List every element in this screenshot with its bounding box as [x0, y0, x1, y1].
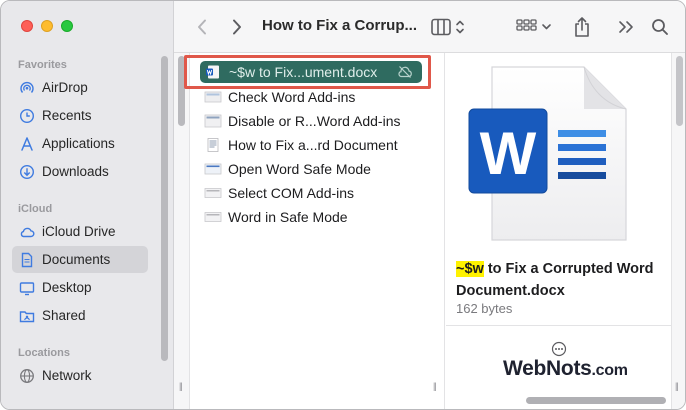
sidebar-item-label: Recents — [42, 108, 92, 123]
sidebar-item-downloads[interactable]: Downloads — [12, 158, 148, 185]
sidebar-item-shared[interactable]: Shared — [12, 302, 148, 329]
document-icon — [19, 252, 35, 268]
more-options-icon[interactable] — [551, 341, 567, 357]
file-thumbnail-icon — [204, 162, 222, 176]
horizontal-scrollbar[interactable] — [526, 397, 666, 404]
file-thumbnail-icon — [204, 186, 222, 200]
sidebar-item-label: Shared — [42, 308, 86, 323]
file-name: Check Word Add-ins — [228, 89, 356, 105]
search-button[interactable] — [649, 15, 671, 39]
sidebar-item-airdrop[interactable]: AirDrop — [12, 74, 148, 101]
sidebar-item-label: Downloads — [42, 164, 109, 179]
file-thumbnail-icon — [204, 114, 222, 128]
share-icon — [575, 17, 589, 37]
file-thumbnail-icon — [204, 90, 222, 104]
sidebar-item-label: Desktop — [42, 280, 92, 295]
forward-button[interactable] — [229, 15, 245, 39]
sidebar-scrollbar[interactable] — [161, 56, 168, 361]
sidebar-item-label: iCloud Drive — [42, 224, 116, 239]
highlighted-prefix: ~$w — [456, 261, 484, 277]
column-resize-handle[interactable]: || — [179, 381, 183, 391]
sidebar-section-icloud: iCloud — [18, 203, 53, 215]
watermark-text: WebNots — [503, 357, 592, 380]
share-button[interactable] — [572, 15, 592, 39]
file-row[interactable]: Word in Safe Mode — [204, 206, 348, 228]
preview-file-size: 162 bytes — [456, 301, 513, 316]
file-thumbnail-icon — [204, 210, 222, 224]
file-row[interactable]: Check Word Add-ins — [204, 86, 355, 108]
download-icon — [19, 164, 35, 180]
search-icon — [652, 19, 668, 35]
sidebar-item-documents[interactable]: Documents — [12, 246, 148, 273]
file-name: Word in Safe Mode — [228, 209, 348, 225]
preview-file-name: ~$w to Fix a Corrupted Word Document.doc… — [456, 258, 666, 302]
minimize-window-button[interactable] — [41, 20, 53, 32]
webnots-watermark: WebNots.com — [503, 357, 628, 381]
preview-scrollbar[interactable] — [676, 56, 683, 126]
sidebar-item-label: Applications — [42, 136, 115, 151]
chevron-right-icon — [233, 19, 241, 35]
file-row[interactable]: How to Fix a...rd Document — [204, 134, 398, 156]
sidebar-item-recents[interactable]: Recents — [12, 102, 148, 129]
file-row[interactable]: Disable or R...Word Add-ins — [204, 110, 400, 132]
cloud-icon — [19, 224, 35, 240]
window-title: How to Fix a Corrup... — [262, 17, 418, 34]
sidebar-item-label: Documents — [42, 252, 111, 267]
more-toolbar-items-button[interactable] — [617, 15, 637, 39]
column-resize-handle[interactable]: || — [675, 381, 679, 391]
file-row[interactable]: Open Word Safe Mode — [204, 158, 371, 180]
back-button[interactable] — [194, 15, 210, 39]
column-resize-handle[interactable]: || — [433, 381, 437, 391]
file-column: ~$w to Fix...ument.docx Check Word Add-i… — [190, 53, 445, 409]
annotation-highlight-box — [184, 55, 431, 89]
sidebar: Favorites AirDrop Recents Applications D… — [1, 1, 174, 409]
sidebar-section-favorites: Favorites — [18, 59, 67, 71]
shared-folder-icon — [19, 308, 35, 324]
file-name: Select COM Add-ins — [228, 185, 355, 201]
file-name: How to Fix a...rd Document — [228, 137, 398, 153]
file-thumbnail-icon — [204, 138, 222, 152]
zoom-window-button[interactable] — [61, 20, 73, 32]
grid-icon — [516, 19, 551, 31]
chevron-left-icon — [198, 19, 206, 35]
word-app-letter: W — [479, 119, 537, 187]
sidebar-item-icloud-drive[interactable]: iCloud Drive — [12, 218, 148, 245]
sidebar-item-applications[interactable]: Applications — [12, 130, 148, 157]
airdrop-icon — [19, 80, 35, 96]
sidebar-item-label: AirDrop — [42, 80, 88, 95]
toolbar: How to Fix a Corrup... — [174, 1, 685, 53]
sidebar-item-label: Network — [42, 368, 92, 383]
close-window-button[interactable] — [21, 20, 33, 32]
preview-file-name-rest: to Fix a Corrupted Word Document.docx — [456, 261, 654, 299]
columns-view-icon — [431, 18, 464, 36]
globe-icon — [19, 368, 35, 384]
double-chevron-right-icon — [619, 21, 633, 33]
watermark-suffix: .com — [591, 362, 628, 379]
sidebar-section-locations: Locations — [18, 347, 70, 359]
window-controls — [21, 20, 73, 32]
desktop-icon — [19, 280, 35, 296]
view-mode-button[interactable] — [430, 15, 470, 39]
preview-divider — [446, 325, 671, 326]
group-by-button[interactable] — [515, 15, 555, 39]
sidebar-item-network[interactable]: Network — [12, 362, 148, 389]
file-name: Disable or R...Word Add-ins — [228, 113, 401, 129]
clock-icon — [19, 108, 35, 124]
finder-window: Favorites AirDrop Recents Applications D… — [0, 0, 686, 410]
sidebar-item-desktop[interactable]: Desktop — [12, 274, 148, 301]
file-name: Open Word Safe Mode — [228, 161, 371, 177]
applications-icon — [19, 136, 35, 152]
file-row[interactable]: Select COM Add-ins — [204, 182, 354, 204]
